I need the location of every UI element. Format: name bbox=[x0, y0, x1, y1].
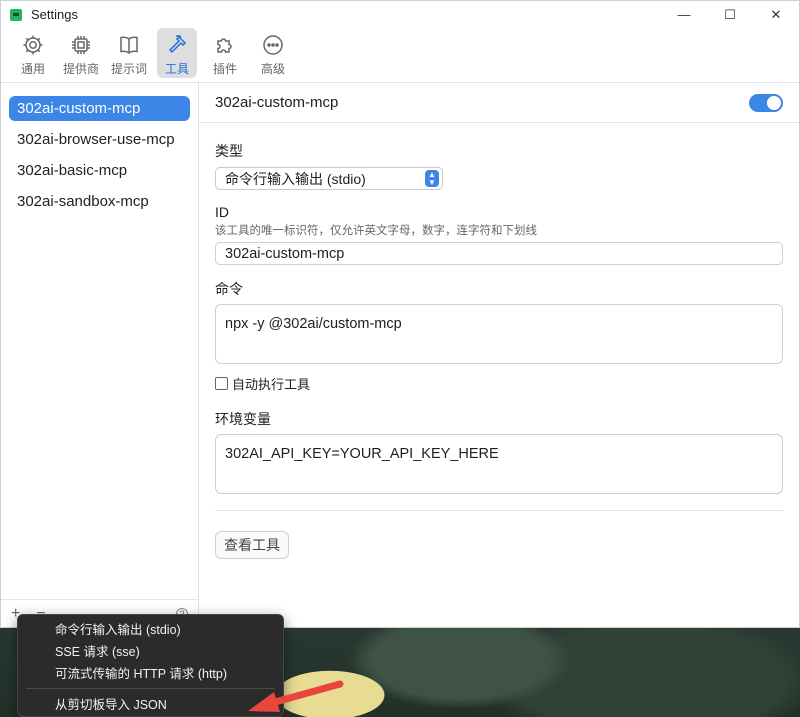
menu-item-sse[interactable]: SSE 请求 (sse) bbox=[18, 641, 283, 663]
tool-detail-panel: 302ai-custom-mcp 类型 命令行输入输出 (stdio) ▲ ▼ I… bbox=[199, 83, 799, 627]
app-icon bbox=[10, 8, 22, 21]
hammer-icon bbox=[168, 35, 187, 54]
auto-run-label: 自动执行工具 bbox=[232, 377, 311, 392]
updown-arrow-icon: ▲ ▼ bbox=[425, 170, 439, 187]
settings-toolbar: 通用 提供商 提示词 工具 插件 高级 bbox=[1, 28, 799, 83]
type-label: 类型 bbox=[215, 143, 243, 159]
tool-sidebar: 302ai-custom-mcp 302ai-browser-use-mcp 3… bbox=[1, 83, 199, 627]
menu-item-stdio[interactable]: 命令行输入输出 (stdio) bbox=[18, 619, 283, 641]
detail-title: 302ai-custom-mcp bbox=[215, 94, 339, 111]
more-icon bbox=[263, 35, 283, 55]
title-bar: Settings — ☐ ✕ bbox=[1, 1, 799, 28]
window-controls: — ☐ ✕ bbox=[661, 1, 799, 28]
env-label: 环境变量 bbox=[215, 411, 271, 427]
tab-advanced-label: 高级 bbox=[260, 62, 285, 76]
id-field[interactable]: 302ai-custom-mcp bbox=[215, 242, 783, 265]
tool-list: 302ai-custom-mcp 302ai-browser-use-mcp 3… bbox=[1, 83, 198, 214]
tab-prompts[interactable]: 提示词 bbox=[109, 28, 149, 78]
tab-general[interactable]: 通用 bbox=[13, 28, 53, 78]
chip-icon bbox=[72, 36, 90, 54]
list-item[interactable]: 302ai-sandbox-mcp bbox=[9, 189, 190, 214]
tab-tools[interactable]: 工具 bbox=[157, 28, 197, 78]
tool-form: 类型 命令行输入输出 (stdio) ▲ ▼ ID 该工具的唯一标识符，仅允许英文… bbox=[199, 123, 799, 559]
tab-general-label: 通用 bbox=[20, 62, 45, 76]
auto-run-checkbox[interactable] bbox=[215, 377, 228, 390]
window-title: Settings bbox=[31, 7, 78, 22]
annotation-arrow-icon bbox=[248, 680, 344, 712]
menu-divider bbox=[26, 688, 275, 689]
gear-icon bbox=[23, 35, 43, 55]
type-select[interactable]: 命令行输入输出 (stdio) ▲ ▼ bbox=[215, 167, 443, 190]
list-item[interactable]: 302ai-browser-use-mcp bbox=[9, 127, 190, 152]
form-divider bbox=[215, 510, 783, 511]
id-label: ID bbox=[215, 204, 229, 220]
tab-advanced[interactable]: 高级 bbox=[253, 28, 293, 78]
close-button[interactable]: ✕ bbox=[753, 1, 799, 28]
tab-plugins[interactable]: 插件 bbox=[205, 28, 245, 78]
env-field[interactable]: 302AI_API_KEY=YOUR_API_KEY_HERE bbox=[215, 434, 783, 494]
toggle-knob bbox=[767, 95, 781, 110]
auto-run-row: 自动执行工具 bbox=[215, 374, 783, 393]
type-select-value: 命令行输入输出 (stdio) bbox=[225, 170, 366, 187]
maximize-button[interactable]: ☐ bbox=[707, 1, 753, 28]
view-tools-button[interactable]: 查看工具 bbox=[215, 531, 289, 559]
tab-plugins-label: 插件 bbox=[212, 62, 237, 76]
id-hint: 该工具的唯一标识符，仅允许英文字母，数字，连字符和下划线 bbox=[215, 225, 537, 237]
tab-prompts-label: 提示词 bbox=[110, 62, 147, 76]
command-label: 命令 bbox=[215, 281, 243, 297]
detail-header: 302ai-custom-mcp bbox=[199, 83, 799, 123]
settings-content: 302ai-custom-mcp 302ai-browser-use-mcp 3… bbox=[1, 83, 799, 627]
minimize-button[interactable]: — bbox=[661, 1, 707, 28]
enable-toggle[interactable] bbox=[749, 93, 783, 112]
list-item[interactable]: 302ai-basic-mcp bbox=[9, 158, 190, 183]
list-item[interactable]: 302ai-custom-mcp bbox=[9, 96, 190, 121]
tab-tools-label: 工具 bbox=[164, 62, 189, 76]
id-field-value: 302ai-custom-mcp bbox=[225, 245, 345, 262]
settings-window: Settings — ☐ ✕ 通用 提供商 提示词 工具 插件 高级 302ai… bbox=[0, 0, 800, 628]
tab-providers-label: 提供商 bbox=[62, 62, 99, 76]
command-field[interactable]: npx -y @302ai/custom-mcp bbox=[215, 304, 783, 364]
book-icon bbox=[120, 36, 138, 54]
puzzle-icon bbox=[217, 38, 232, 53]
tab-providers[interactable]: 提供商 bbox=[61, 28, 101, 78]
